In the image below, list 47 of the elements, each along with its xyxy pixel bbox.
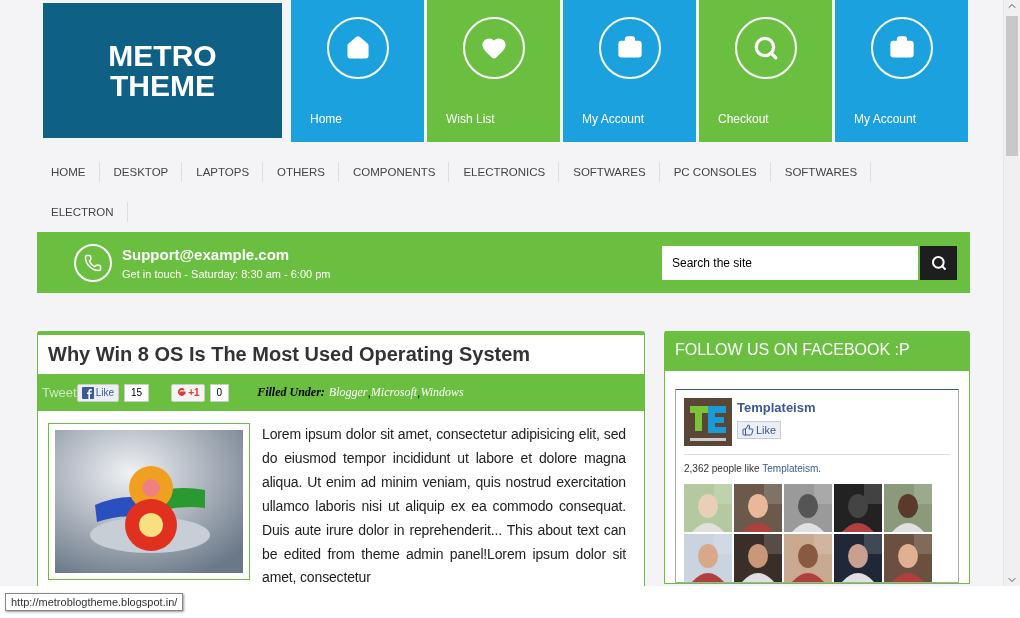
nav-link[interactable]: COMPONENTS: [339, 152, 450, 192]
page-name[interactable]: Templateism: [737, 400, 816, 415]
post-excerpt: Lorem ipsum dolor sit amet, consectetur adipisicing elit, sed do eiusmod tempor incididunt ut labore et dolore magna aliqua. Ut enim ad minim veniam, quis nostrud exercitation ullamco laboris nisi ut aliquip ex ea commodo consequat. Duis aute irure dolor in reprehenderit... This about text can be edited from theme admin panel!Lorem ipsum dolor sit amet, consectetur: [262, 425, 626, 586]
thumbs-up-icon: [742, 424, 754, 436]
post-title: Why Win 8 OS Is The Most Used Operating System: [47, 342, 532, 367]
search-icon: [734, 17, 797, 79]
nav-link[interactable]: OTHERS: [263, 152, 339, 192]
plus-one-count: 0: [209, 383, 230, 402]
tile-label: Wish List: [446, 112, 495, 126]
phone-icon: [74, 243, 112, 282]
widget-heading: FOLLOW US ON FACEBOOK :P: [665, 331, 969, 371]
nav-link[interactable]: PC CONSOLES: [659, 152, 771, 192]
facebook-icon: [81, 386, 94, 399]
logo-icon: [684, 398, 732, 446]
nav-link[interactable]: ELECTRONICS: [449, 152, 560, 192]
briefcase-icon: [870, 17, 933, 79]
nav-link[interactable]: SOFTWARES: [559, 152, 660, 192]
site-logo[interactable]: METRO THEME: [43, 3, 282, 138]
status-url: http://metroblogtheme.blogspot.in/: [5, 593, 184, 611]
search-button[interactable]: [920, 245, 957, 280]
nav-link[interactable]: LAPTOPS: [182, 152, 264, 192]
tile-label: Checkout: [718, 112, 769, 126]
nav-link[interactable]: SOFTWARES: [770, 152, 872, 192]
tile-label: My Account: [582, 112, 645, 126]
tile-label: My Account: [854, 112, 917, 126]
tile-label: Home: [310, 112, 342, 126]
briefcase-icon: [598, 17, 661, 79]
comma: ,: [417, 385, 421, 400]
like-button[interactable]: Like: [737, 421, 782, 439]
scroll-thumb[interactable]: [1006, 16, 1018, 156]
search-icon: [930, 254, 947, 271]
comma: ,: [367, 385, 371, 400]
home-icon: [326, 17, 389, 79]
scrollbar[interactable]: [1003, 0, 1020, 586]
opening-hours: Get in touch - Saturday: 8:30 am - 6:00 pm: [122, 267, 332, 280]
like-button[interactable]: Like: [76, 383, 120, 402]
nav-link[interactable]: ELECTRON: [37, 192, 128, 232]
nav-link[interactable]: HOME: [37, 152, 100, 192]
filed-under-label: Filled Under:: [257, 385, 325, 400]
google-icon: [176, 386, 187, 399]
plus-one-button[interactable]: +1: [171, 383, 205, 402]
like-count: 15: [124, 383, 150, 402]
likes-summary: 2,362 people like Templateism.: [684, 463, 823, 474]
nav-link[interactable]: DESKTOP: [99, 152, 183, 192]
page-link[interactable]: Templateism.: [762, 463, 822, 474]
support-email: Support@example.com: [122, 245, 291, 263]
search-field[interactable]: Search the site: [662, 245, 918, 280]
